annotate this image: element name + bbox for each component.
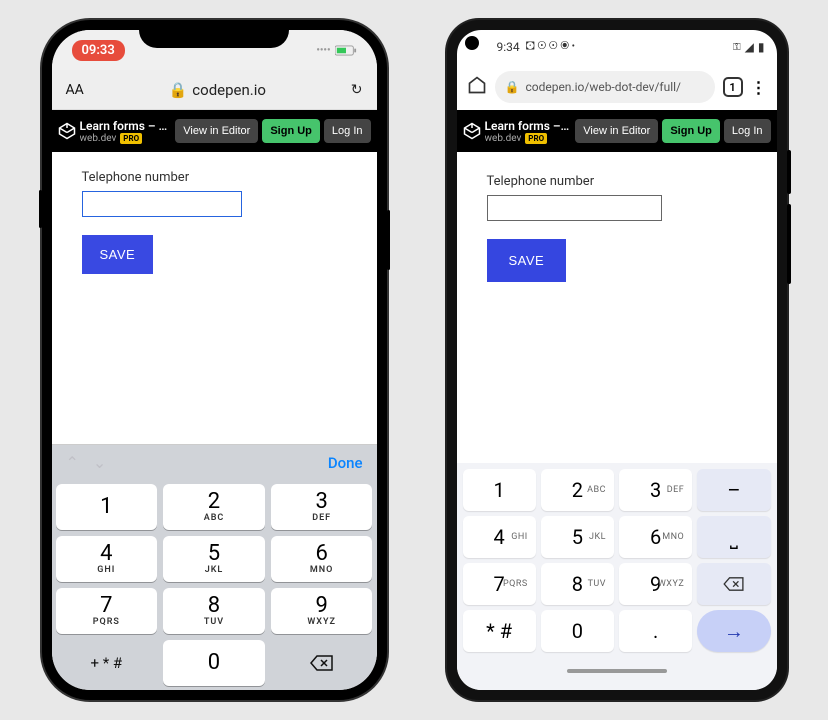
refresh-icon[interactable]: ↻ bbox=[351, 82, 363, 98]
pro-badge: PRO bbox=[120, 133, 142, 144]
keypad-key-0[interactable]: 0 bbox=[163, 640, 265, 686]
keypad-key[interactable]: 3DEF bbox=[619, 469, 692, 511]
ios-domain: codepen.io bbox=[192, 81, 266, 99]
telephone-input[interactable] bbox=[487, 195, 662, 221]
keypad-key-3[interactable]: 3DEF bbox=[271, 484, 373, 530]
keypad-key[interactable]: 0 bbox=[541, 610, 614, 652]
codepen-logo-icon bbox=[463, 122, 481, 140]
pen-author: web.dev bbox=[485, 133, 522, 144]
keypad-key-6[interactable]: 6MNO bbox=[271, 536, 373, 582]
codepen-header: Learn forms – virt... web.dev PRO View i… bbox=[457, 110, 777, 152]
battery-icon: ▮ bbox=[758, 40, 765, 54]
battery-icon: •••• bbox=[316, 45, 356, 56]
iphone-frame: 09:33 •••• AA 🔒 codepen.io ↻ Learn forms… bbox=[42, 20, 387, 700]
android-status-bar: 9:34 🖸 ⊙ ⊙ ⦿ • ⚿ ◢ ▮ bbox=[457, 30, 777, 64]
codepen-title-box: Learn forms – virt... web.dev PRO bbox=[485, 119, 572, 144]
ios-browser-bar: AA 🔒 codepen.io ↻ bbox=[52, 70, 377, 110]
signup-button[interactable]: Sign Up bbox=[262, 119, 320, 143]
nav-handle[interactable] bbox=[567, 669, 667, 673]
keypad-key-7[interactable]: 7PQRS bbox=[56, 588, 158, 634]
wifi-icon: ◢ bbox=[745, 40, 754, 54]
status-icons-left: 🖸 ⊙ ⊙ ⦿ • bbox=[526, 39, 575, 56]
telephone-label: Telephone number bbox=[487, 174, 747, 189]
android-nav-bar bbox=[463, 658, 771, 684]
keypad-key[interactable]: 8TUV bbox=[541, 563, 614, 605]
pen-title: Learn forms – virt... bbox=[80, 119, 172, 133]
keypad-key[interactable]: – bbox=[697, 469, 770, 511]
keyboard-accessory-bar: ⌃ ⌄ Done bbox=[52, 444, 377, 480]
keypad-delete-key[interactable] bbox=[271, 640, 373, 686]
save-button[interactable]: SAVE bbox=[487, 239, 567, 282]
iphone-notch bbox=[139, 20, 289, 48]
ios-time-pill: 09:33 bbox=[72, 40, 125, 61]
telephone-label: Telephone number bbox=[82, 170, 347, 185]
login-button[interactable]: Log In bbox=[324, 119, 371, 143]
ios-numeric-keypad: 12ABC3DEF 4GHI5JKL6MNO 7PQRS8TUV9WXYZ + * #… bbox=[52, 480, 377, 690]
page-content: Telephone number SAVE bbox=[52, 152, 377, 444]
keypad-next-key[interactable]: → bbox=[697, 610, 770, 652]
keypad-key[interactable]: 9WXYZ bbox=[619, 563, 692, 605]
keypad-key-2[interactable]: 2ABC bbox=[163, 484, 265, 530]
keyboard-done-button[interactable]: Done bbox=[328, 454, 363, 472]
tab-count-button[interactable]: 1 bbox=[723, 77, 743, 97]
pen-title: Learn forms – virt... bbox=[485, 119, 572, 133]
codepen-logo-icon bbox=[58, 122, 76, 140]
android-screen: 9:34 🖸 ⊙ ⊙ ⦿ • ⚿ ◢ ▮ 🔒 codepen.io/web-do… bbox=[457, 30, 777, 690]
android-url-text: codepen.io/web-dot-dev/full/ bbox=[525, 80, 681, 94]
chevron-down-icon[interactable]: ⌄ bbox=[93, 453, 106, 472]
keypad-key[interactable]: * # bbox=[463, 610, 536, 652]
keypad-space-key[interactable]: ⎵ bbox=[697, 516, 770, 558]
text-size-button[interactable]: AA bbox=[66, 82, 84, 98]
camera-hole bbox=[465, 36, 479, 50]
pro-badge: PRO bbox=[525, 133, 547, 144]
pen-subtitle: web.dev PRO bbox=[80, 133, 172, 144]
home-icon[interactable] bbox=[467, 75, 487, 99]
view-in-editor-button[interactable]: View in Editor bbox=[575, 119, 658, 143]
keypad-key-1[interactable]: 1 bbox=[56, 484, 158, 530]
signup-button[interactable]: Sign Up bbox=[662, 119, 720, 143]
keypad-key-8[interactable]: 8TUV bbox=[163, 588, 265, 634]
keypad-key-9[interactable]: 9WXYZ bbox=[271, 588, 373, 634]
lock-icon: 🔒 bbox=[505, 80, 520, 94]
iphone-screen: 09:33 •••• AA 🔒 codepen.io ↻ Learn forms… bbox=[52, 30, 377, 690]
pen-subtitle: web.dev PRO bbox=[485, 133, 572, 144]
keypad-key[interactable]: . bbox=[619, 610, 692, 652]
keyboard-nav-arrows: ⌃ ⌄ bbox=[66, 453, 107, 472]
android-frame: 9:34 🖸 ⊙ ⊙ ⦿ • ⚿ ◢ ▮ 🔒 codepen.io/web-do… bbox=[447, 20, 787, 700]
codepen-header: Learn forms – virt... web.dev PRO View i… bbox=[52, 110, 377, 152]
save-button[interactable]: SAVE bbox=[82, 235, 154, 274]
keypad-symbols-key[interactable]: + * # bbox=[56, 640, 158, 686]
telephone-input[interactable] bbox=[82, 191, 242, 217]
login-button[interactable]: Log In bbox=[724, 119, 771, 143]
android-browser-bar: 🔒 codepen.io/web-dot-dev/full/ 1 ⋮ bbox=[457, 64, 777, 110]
page-content: Telephone number SAVE bbox=[457, 152, 777, 463]
keypad-delete-key[interactable] bbox=[697, 563, 770, 605]
android-url-bar[interactable]: 🔒 codepen.io/web-dot-dev/full/ bbox=[495, 71, 715, 103]
android-time: 9:34 bbox=[497, 40, 520, 54]
menu-icon[interactable]: ⋮ bbox=[751, 78, 767, 97]
pen-author: web.dev bbox=[80, 133, 117, 144]
chevron-up-icon[interactable]: ⌃ bbox=[66, 453, 79, 472]
keypad-key[interactable]: 1 bbox=[463, 469, 536, 511]
keypad-key[interactable]: 2ABC bbox=[541, 469, 614, 511]
keypad-key[interactable]: 6MNO bbox=[619, 516, 692, 558]
ios-url-display[interactable]: 🔒 codepen.io bbox=[169, 81, 266, 99]
keypad-key-4[interactable]: 4GHI bbox=[56, 536, 158, 582]
status-icons-right: ⚿ ◢ ▮ bbox=[733, 40, 764, 54]
view-in-editor-button[interactable]: View in Editor bbox=[175, 119, 258, 143]
keypad-key[interactable]: 5JKL bbox=[541, 516, 614, 558]
android-numeric-keypad: 12ABC3DEF– 4GHI5JKL6MNO⎵ 7PQRS8TUV9WXYZ * #… bbox=[457, 463, 777, 690]
keypad-key[interactable]: 4GHI bbox=[463, 516, 536, 558]
keypad-key-5[interactable]: 5JKL bbox=[163, 536, 265, 582]
vpn-icon: ⚿ bbox=[733, 42, 741, 53]
lock-icon: 🔒 bbox=[169, 81, 188, 99]
keypad-key[interactable]: 7PQRS bbox=[463, 563, 536, 605]
codepen-title-box: Learn forms – virt... web.dev PRO bbox=[80, 119, 172, 144]
